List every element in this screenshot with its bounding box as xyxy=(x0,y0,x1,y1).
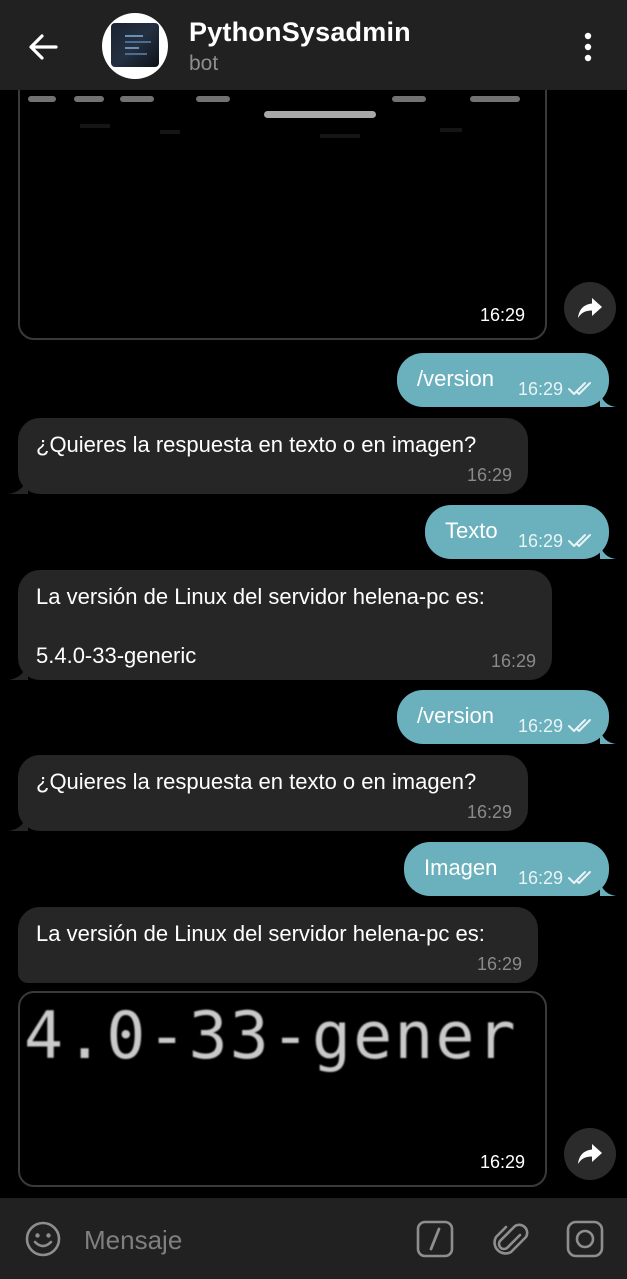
incoming-message[interactable]: La versión de Linux del servidor helena-… xyxy=(18,570,552,680)
message-time: 16:29 xyxy=(517,379,563,399)
bubble-tail xyxy=(8,476,28,494)
double-check-icon xyxy=(568,871,591,884)
message-time: 16:29 xyxy=(517,868,563,888)
image-version-text: 4.0-33-gener xyxy=(24,999,518,1074)
message-time: 16:29 xyxy=(517,716,563,736)
bot-command-icon[interactable] xyxy=(416,1220,454,1258)
emoji-icon[interactable] xyxy=(24,1220,62,1258)
back-arrow-icon[interactable] xyxy=(26,30,60,64)
share-icon xyxy=(578,1144,602,1164)
attach-icon[interactable] xyxy=(492,1218,530,1260)
kebab-menu-icon[interactable] xyxy=(574,30,602,64)
double-check-icon xyxy=(568,534,591,547)
bubble-tail xyxy=(8,813,28,831)
share-button[interactable] xyxy=(564,282,616,334)
message-time: 16:29 xyxy=(466,802,512,822)
chat-title[interactable]: PythonSysadmin xyxy=(189,17,411,48)
message-input-bar xyxy=(0,1198,627,1279)
bubble-tail xyxy=(8,662,28,680)
message-text: ¿Quieres la respuesta en texto o en imag… xyxy=(36,432,477,457)
incoming-message[interactable]: ¿Quieres la respuesta en texto o en imag… xyxy=(18,418,528,494)
double-check-icon xyxy=(568,382,591,395)
message-text: La versión de Linux del servidor helena-… xyxy=(36,921,485,946)
incoming-message[interactable]: La versión de Linux del servidor helena-… xyxy=(18,907,538,983)
outgoing-message[interactable]: /version 16:29 xyxy=(397,690,609,744)
message-time: 16:29 xyxy=(490,651,536,671)
message-input[interactable] xyxy=(82,1220,396,1260)
camera-icon[interactable] xyxy=(566,1220,604,1258)
outgoing-message[interactable]: /version 16:29 xyxy=(397,353,609,407)
message-text: ¿Quieres la respuesta en texto o en imag… xyxy=(36,769,477,794)
image-message[interactable]: 4.0-33-gener 16:29 xyxy=(18,991,547,1187)
message-text: Texto xyxy=(445,518,498,543)
message-text-version: 5.4.0-33-generic xyxy=(36,643,197,668)
message-time: 16:29 xyxy=(476,954,522,974)
bubble-tail xyxy=(600,543,616,559)
message-time: 16:29 xyxy=(517,531,563,551)
bubble-tail xyxy=(600,728,616,744)
message-time: 16:29 xyxy=(471,1150,533,1175)
outgoing-message[interactable]: Texto 16:29 xyxy=(425,505,609,559)
message-text: Imagen xyxy=(424,855,498,880)
message-time: 16:29 xyxy=(466,465,512,485)
incoming-message[interactable]: ¿Quieres la respuesta en texto o en imag… xyxy=(18,755,528,831)
image-message[interactable]: 16:29 xyxy=(18,90,547,340)
avatar-image xyxy=(111,23,159,67)
avatar[interactable] xyxy=(102,13,168,79)
chat-header: PythonSysadmin bot xyxy=(0,0,627,90)
double-check-icon xyxy=(568,719,591,732)
message-text: /version xyxy=(417,703,495,728)
outgoing-message[interactable]: Imagen 16:29 xyxy=(404,842,609,896)
message-list[interactable]: 16:29 /version 16:29 ¿Quieres la respues… xyxy=(0,90,627,1198)
message-text: /version xyxy=(417,366,495,391)
message-time: 16:29 xyxy=(471,303,533,328)
share-icon xyxy=(578,298,602,318)
bubble-tail xyxy=(600,391,616,407)
terminal-screenshot xyxy=(28,96,520,138)
bubble-tail xyxy=(600,880,616,896)
share-button[interactable] xyxy=(564,1128,616,1180)
message-text: La versión de Linux del servidor helena-… xyxy=(36,584,485,609)
chat-subtitle: bot xyxy=(189,52,219,75)
